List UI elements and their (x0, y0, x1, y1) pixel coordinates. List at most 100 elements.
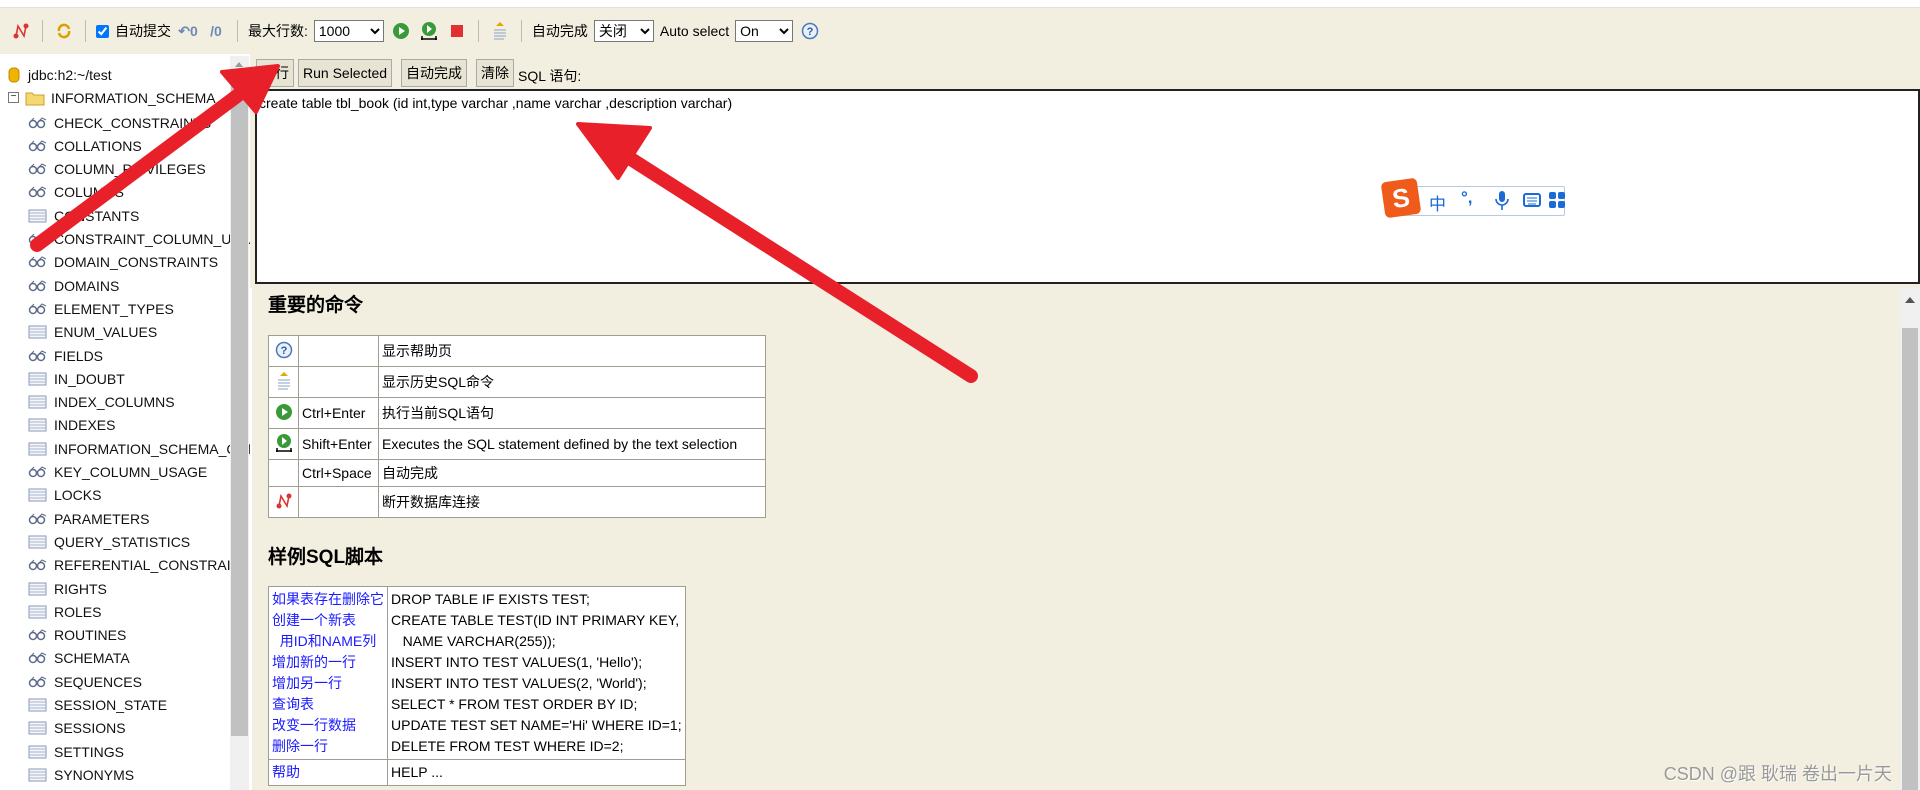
tree-item-label: LOCKS (54, 487, 102, 504)
scroll-up-arrow[interactable] (235, 62, 243, 67)
database-icon (8, 67, 20, 82)
tree-item[interactable]: INDEX_COLUMNS (28, 391, 175, 414)
table-icon (28, 209, 50, 223)
tree-item[interactable]: SESSIONS (28, 717, 126, 740)
sample-link[interactable]: 增加新的一行 (272, 652, 384, 673)
command-desc: Executes the SQL statement defined by th… (378, 428, 766, 460)
tree-item[interactable]: PARAMETERS (28, 507, 149, 530)
tree-item[interactable]: ELEMENT_TYPES (28, 297, 174, 320)
view-icon (28, 186, 50, 198)
view-icon (28, 303, 50, 315)
tree-item[interactable]: COLLATIONS (28, 134, 142, 157)
auto-select-select[interactable]: On (735, 20, 794, 42)
run-icon[interactable] (390, 20, 412, 42)
tree-item[interactable]: INFORMATION_SCHEMA_CATALOG_NAME (28, 437, 250, 460)
help-scrollbar[interactable] (1900, 288, 1920, 790)
collapse-icon[interactable]: − (8, 92, 19, 103)
tree-item[interactable]: QUERY_STATISTICS (28, 530, 190, 553)
help-scroll-thumb[interactable] (1902, 328, 1918, 790)
tree-item[interactable]: ROLES (28, 600, 101, 623)
commit-icon[interactable]: ↶0 (177, 20, 199, 42)
tree-schema[interactable]: − INFORMATION_SCHEMA (8, 86, 216, 109)
sql-input[interactable]: create table tbl_book (id int,type varch… (255, 89, 1920, 284)
autocomplete-select[interactable]: 关闭 (593, 20, 654, 42)
autocommit-label: 自动提交 (115, 23, 171, 39)
table-row: Ctrl+Space 自动完成 (268, 459, 766, 487)
table-row: ? 显示帮助页 (268, 335, 766, 367)
microphone-icon[interactable] (1495, 191, 1509, 211)
command-desc: 自动完成 (378, 459, 766, 487)
tree-connection[interactable]: jdbc:h2:~/test (8, 63, 112, 86)
run-icon (268, 397, 299, 429)
sample-link[interactable]: 如果表存在删除它 (272, 589, 384, 610)
sample-link[interactable]: 改变一行数据 (272, 715, 384, 736)
tree-item[interactable]: RIGHTS (28, 577, 107, 600)
table-icon (28, 745, 50, 759)
tree-item[interactable]: COLUMNS (28, 181, 124, 204)
table-icon (28, 372, 50, 386)
samples-table: 如果表存在删除它 创建一个新表 用ID和NAME列 增加新的一行 增加另一行 查询表 改变… (268, 586, 686, 786)
tree-item[interactable]: CHECK_CONSTRAINTS (28, 111, 211, 134)
schema-label: INFORMATION_SCHEMA (51, 89, 216, 106)
tree-item[interactable]: DOMAINS (28, 274, 119, 297)
tree-item[interactable]: SYNONYMS (28, 763, 134, 786)
autocomplete-button[interactable]: 自动完成 (401, 59, 467, 87)
sample-link[interactable]: 用ID和NAME列 (272, 631, 384, 652)
tree-scroll-thumb[interactable] (231, 80, 248, 736)
keyboard-icon[interactable] (1523, 193, 1541, 207)
tree-item-label: SESSIONS (54, 720, 126, 737)
apps-grid-icon[interactable] (1549, 192, 1565, 208)
run-selected-button[interactable]: Run Selected (298, 59, 393, 87)
disconnect-icon[interactable] (10, 20, 32, 42)
tree-item[interactable]: IN_DOUBT (28, 367, 125, 390)
tree-item[interactable]: SESSION_STATE (28, 694, 167, 717)
empty-icon-cell (268, 459, 299, 487)
autocommit-checkbox[interactable] (96, 24, 109, 38)
scroll-up-arrow[interactable] (1905, 297, 1915, 303)
tree-item[interactable]: CONSTANTS (28, 204, 139, 227)
tree-item[interactable]: SEQUENCES (28, 670, 142, 693)
stop-icon[interactable] (446, 20, 468, 42)
ime-mode[interactable]: 中 (1429, 190, 1446, 215)
max-rows-select[interactable]: 1000 (313, 20, 384, 42)
view-icon (28, 676, 50, 688)
execute-button[interactable]: 执行 (256, 59, 294, 87)
table-icon (28, 721, 50, 735)
tree-item[interactable]: LOCKS (28, 484, 101, 507)
tree-item[interactable]: FIELDS (28, 344, 103, 367)
refresh-icon[interactable] (53, 20, 75, 42)
run-selected-icon[interactable] (418, 20, 440, 42)
tree-item[interactable]: REFERENTIAL_CONSTRAINTS (28, 554, 250, 577)
tree-item-label: COLUMN_PRIVILEGES (54, 161, 206, 178)
sample-code: DROP TABLE IF EXISTS TEST; CREATE TABLE T… (387, 586, 686, 760)
ime-toolbar[interactable]: S 中 °, (1380, 177, 1565, 219)
view-icon (28, 163, 50, 175)
sample-link[interactable]: 删除一行 (272, 736, 384, 757)
sample-link[interactable]: 增加另一行 (272, 673, 384, 694)
tree-item[interactable]: COLUMN_PRIVILEGES (28, 158, 206, 181)
autocomplete-label: 自动完成 (531, 23, 588, 39)
clear-button[interactable]: 清除 (476, 59, 514, 87)
tree-item[interactable]: KEY_COLUMN_USAGE (28, 461, 207, 484)
rollback-icon[interactable]: /0 (205, 20, 227, 42)
view-icon (28, 629, 50, 641)
tree-item[interactable]: ENUM_VALUES (28, 321, 157, 344)
tree-scrollbar[interactable] (230, 56, 249, 790)
sample-link[interactable]: 查询表 (272, 694, 384, 715)
tree-item[interactable]: SCHEMATA (28, 647, 130, 670)
tree-item[interactable]: CONSTRAINT_COLUMN_USAGE (28, 228, 250, 251)
tree-item-label: INDEX_COLUMNS (54, 394, 175, 411)
help-icon[interactable]: ? (799, 20, 821, 42)
tree-item-label: INFORMATION_SCHEMA_CATALOG_NAME (54, 440, 250, 457)
tree-item[interactable]: ROUTINES (28, 624, 126, 647)
tree-item[interactable]: DOMAIN_CONSTRAINTS (28, 251, 218, 274)
ime-punct[interactable]: °, (1461, 188, 1473, 208)
auto-select-label: Auto select (659, 23, 730, 39)
schema-tree: jdbc:h2:~/test − INFORMATION_SCHEMA CHEC… (0, 54, 250, 790)
tree-item[interactable]: SETTINGS (28, 740, 124, 763)
tree-item[interactable]: INDEXES (28, 414, 115, 437)
history-icon[interactable] (489, 20, 511, 42)
svg-text:?: ? (807, 26, 814, 38)
sample-link-help[interactable]: 帮助 (272, 762, 384, 783)
sample-link[interactable]: 创建一个新表 (272, 610, 384, 631)
